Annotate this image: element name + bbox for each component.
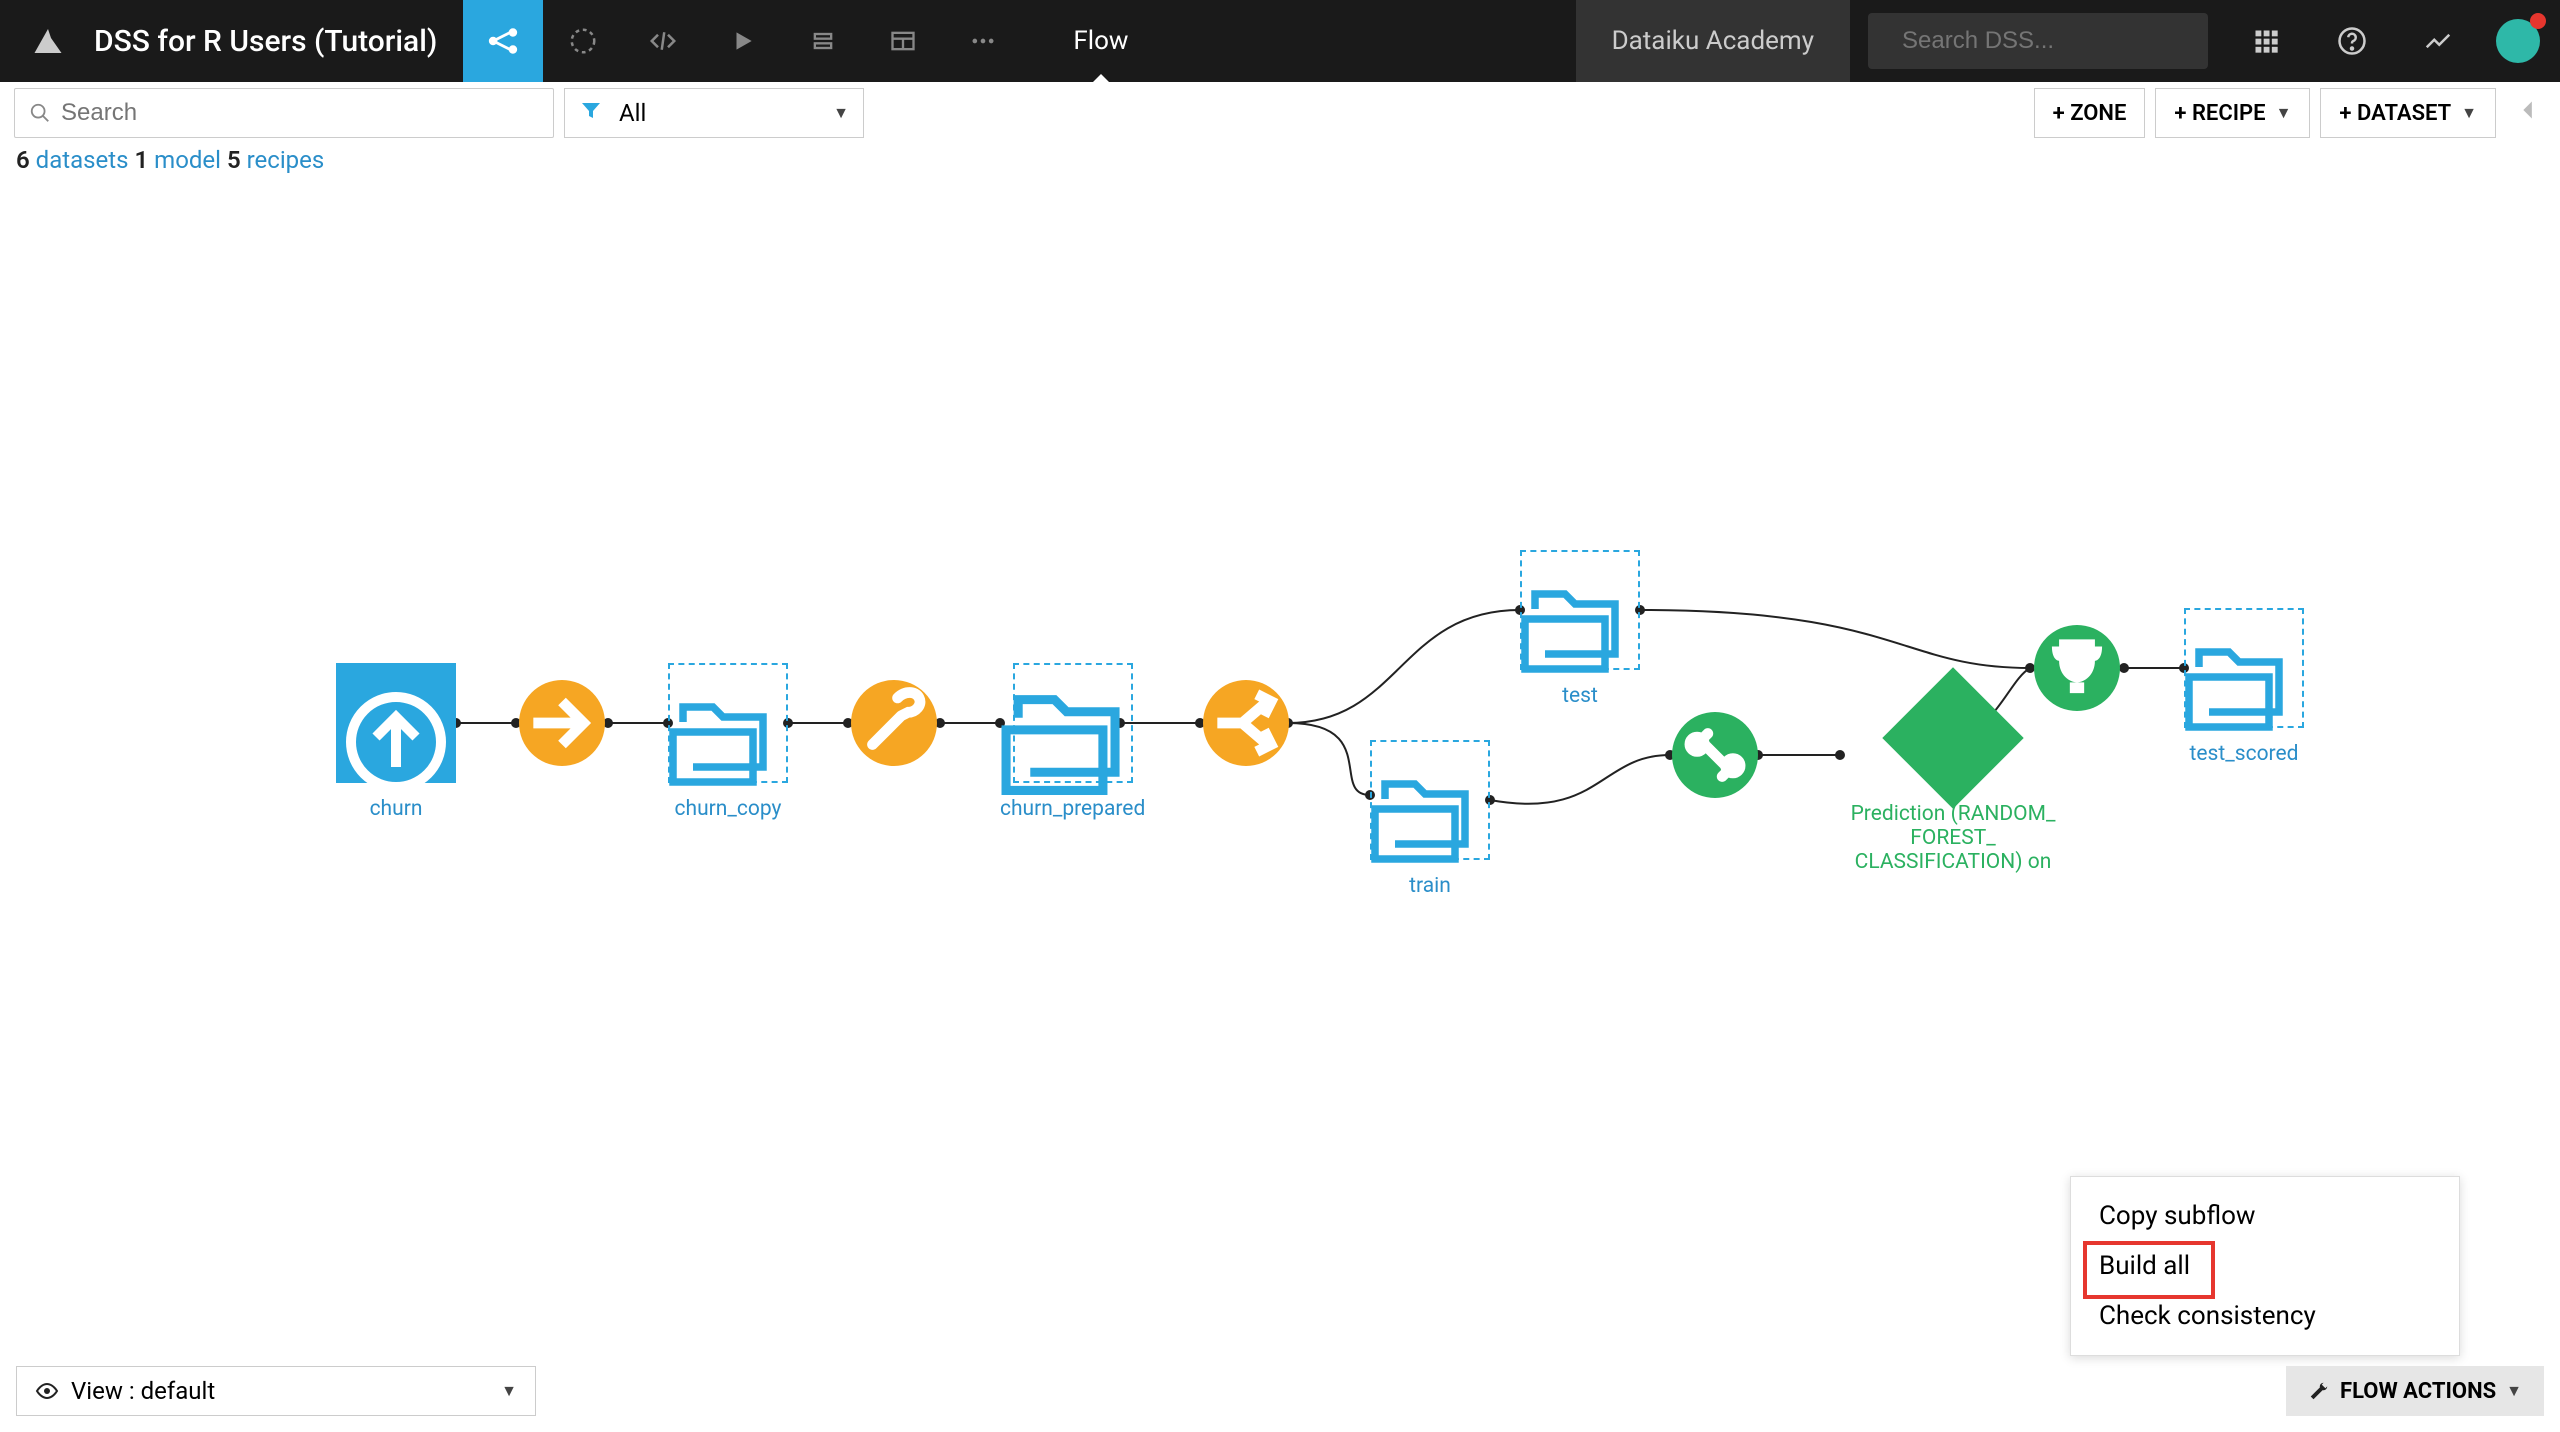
recipe-split[interactable] bbox=[1203, 680, 1289, 766]
apps-icon[interactable] bbox=[2238, 13, 2294, 69]
flow-actions-menu: Copy subflow Build all Check consistency bbox=[2070, 1176, 2460, 1356]
subtoolbar: All ▼ + ZONE + RECIPE ▼ + DATASET ▼ bbox=[14, 88, 2546, 138]
chevron-down-icon: ▼ bbox=[2276, 103, 2292, 123]
topbar: DSS for R Users (Tutorial) Flow Dataiku … bbox=[0, 0, 2560, 82]
model-link[interactable]: model bbox=[154, 146, 221, 174]
stack-icon[interactable] bbox=[783, 0, 863, 82]
dataset-churn-copy[interactable]: churn_copy bbox=[668, 663, 788, 821]
tab-flow-label[interactable]: Flow bbox=[1073, 26, 1128, 56]
chevron-down-icon: ▼ bbox=[833, 103, 849, 123]
add-dataset-button[interactable]: + DATASET ▼ bbox=[2320, 88, 2496, 138]
circle-icon[interactable] bbox=[543, 0, 623, 82]
datasets-count: 6 bbox=[16, 146, 30, 174]
flow-actions-button[interactable]: FLOW ACTIONS ▼ bbox=[2286, 1366, 2544, 1416]
flow-actions-label: FLOW ACTIONS bbox=[2340, 1379, 2496, 1404]
dataset-test-scored[interactable]: test_scored bbox=[2184, 608, 2304, 766]
chevron-down-icon: ▼ bbox=[501, 1381, 517, 1401]
flow-summary: 6 datasets 1 model 5 recipes bbox=[16, 146, 2544, 174]
activity-icon[interactable] bbox=[2410, 13, 2466, 69]
add-zone-button[interactable]: + ZONE bbox=[2034, 88, 2146, 138]
dataset-test[interactable]: test bbox=[1520, 550, 1640, 708]
menu-build-all[interactable]: Build all bbox=[2071, 1241, 2459, 1291]
recipe-sync[interactable] bbox=[519, 680, 605, 766]
add-recipe-label: + RECIPE bbox=[2174, 101, 2265, 126]
project-title[interactable]: DSS for R Users (Tutorial) bbox=[94, 24, 463, 59]
flow-search[interactable] bbox=[14, 88, 554, 138]
recipe-prepare[interactable] bbox=[851, 680, 937, 766]
more-icon[interactable] bbox=[943, 0, 1023, 82]
code-icon[interactable] bbox=[623, 0, 703, 82]
user-avatar[interactable] bbox=[2496, 19, 2540, 63]
filter-dropdown[interactable]: All ▼ bbox=[564, 88, 864, 138]
datasets-link[interactable]: datasets bbox=[36, 146, 129, 174]
dashboard-icon[interactable] bbox=[863, 0, 943, 82]
filter-icon bbox=[579, 98, 603, 128]
add-recipe-button[interactable]: + RECIPE ▼ bbox=[2155, 88, 2310, 138]
global-search-input[interactable] bbox=[1902, 27, 2212, 55]
dataset-churn-prepared[interactable]: churn_prepared bbox=[1000, 663, 1145, 821]
flow-search-input[interactable] bbox=[61, 99, 539, 127]
add-dataset-label: + DATASET bbox=[2339, 101, 2451, 126]
play-icon[interactable] bbox=[703, 0, 783, 82]
recipe-train[interactable] bbox=[1672, 712, 1758, 798]
recipes-count: 5 bbox=[227, 146, 241, 174]
model-count: 1 bbox=[134, 146, 148, 174]
wrench-icon bbox=[2308, 1380, 2330, 1402]
dataset-train[interactable]: train bbox=[1370, 740, 1490, 898]
flow-tab-icon[interactable] bbox=[463, 0, 543, 82]
chevron-down-icon: ▼ bbox=[2506, 1381, 2522, 1401]
search-icon bbox=[29, 102, 51, 124]
chevron-down-icon: ▼ bbox=[2461, 103, 2477, 123]
eye-icon bbox=[35, 1379, 59, 1403]
dataset-churn[interactable]: churn bbox=[336, 663, 456, 821]
dataiku-logo-icon[interactable] bbox=[20, 13, 76, 69]
help-icon[interactable] bbox=[2324, 13, 2380, 69]
academy-link[interactable]: Dataiku Academy bbox=[1576, 0, 1850, 82]
filter-label: All bbox=[619, 99, 646, 127]
node-label: Prediction (RANDOM_ FOREST_ CLASSIFICATI… bbox=[1843, 802, 2063, 874]
view-label: View : default bbox=[71, 1377, 215, 1405]
global-search[interactable] bbox=[1868, 13, 2208, 69]
collapse-panel-icon[interactable] bbox=[2512, 93, 2546, 133]
menu-copy-subflow[interactable]: Copy subflow bbox=[2071, 1191, 2459, 1241]
view-selector[interactable]: View : default ▼ bbox=[16, 1366, 536, 1416]
recipe-score[interactable] bbox=[2034, 625, 2120, 711]
model-prediction[interactable]: Prediction (RANDOM_ FOREST_ CLASSIFICATI… bbox=[1843, 688, 2063, 874]
recipes-link[interactable]: recipes bbox=[247, 146, 325, 174]
